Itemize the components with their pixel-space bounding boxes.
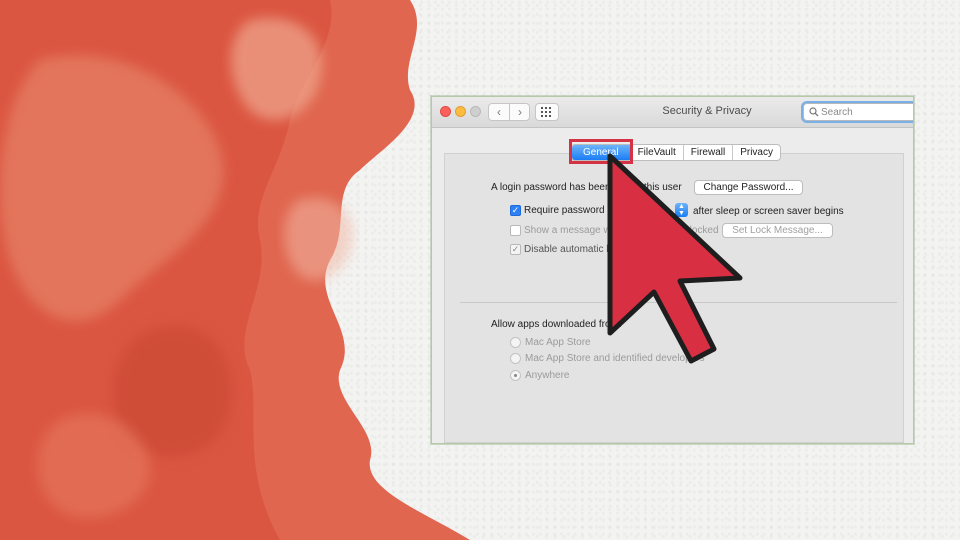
checkmark-icon: ✓ (511, 205, 520, 215)
chevron-left-icon: ‹ (497, 105, 501, 119)
back-button[interactable]: ‹ (489, 104, 510, 120)
search-field[interactable] (803, 103, 913, 121)
require-password-checkbox[interactable]: ✓ (510, 205, 521, 216)
radio-identified-developers[interactable] (510, 353, 521, 364)
radio-anywhere[interactable] (510, 370, 521, 381)
disable-auto-login-checkbox[interactable]: ✓ (510, 244, 521, 255)
close-button[interactable] (440, 106, 451, 117)
search-icon (809, 107, 819, 117)
radio-mac-app-store[interactable] (510, 337, 521, 348)
minimize-button[interactable] (455, 106, 466, 117)
pointer-arrow-icon (607, 153, 743, 364)
radio-label-mac-app-store: Mac App Store (525, 337, 591, 348)
radio-label-anywhere: Anywhere (525, 370, 570, 381)
forward-button[interactable]: › (510, 104, 530, 120)
zoom-button[interactable] (470, 106, 481, 117)
title-bar: ‹ › Security & Privacy (432, 97, 913, 128)
chevron-right-icon: › (518, 105, 522, 119)
grid-icon (541, 107, 551, 117)
checkmark-icon: ✓ (511, 244, 520, 254)
search-input[interactable] (821, 105, 911, 119)
show-all-button[interactable] (535, 103, 559, 121)
navigation-buttons: ‹ › (488, 103, 530, 121)
show-message-checkbox[interactable] (510, 225, 521, 236)
require-password-label: Require password (524, 205, 605, 216)
window-title: Security & Privacy (662, 105, 752, 117)
